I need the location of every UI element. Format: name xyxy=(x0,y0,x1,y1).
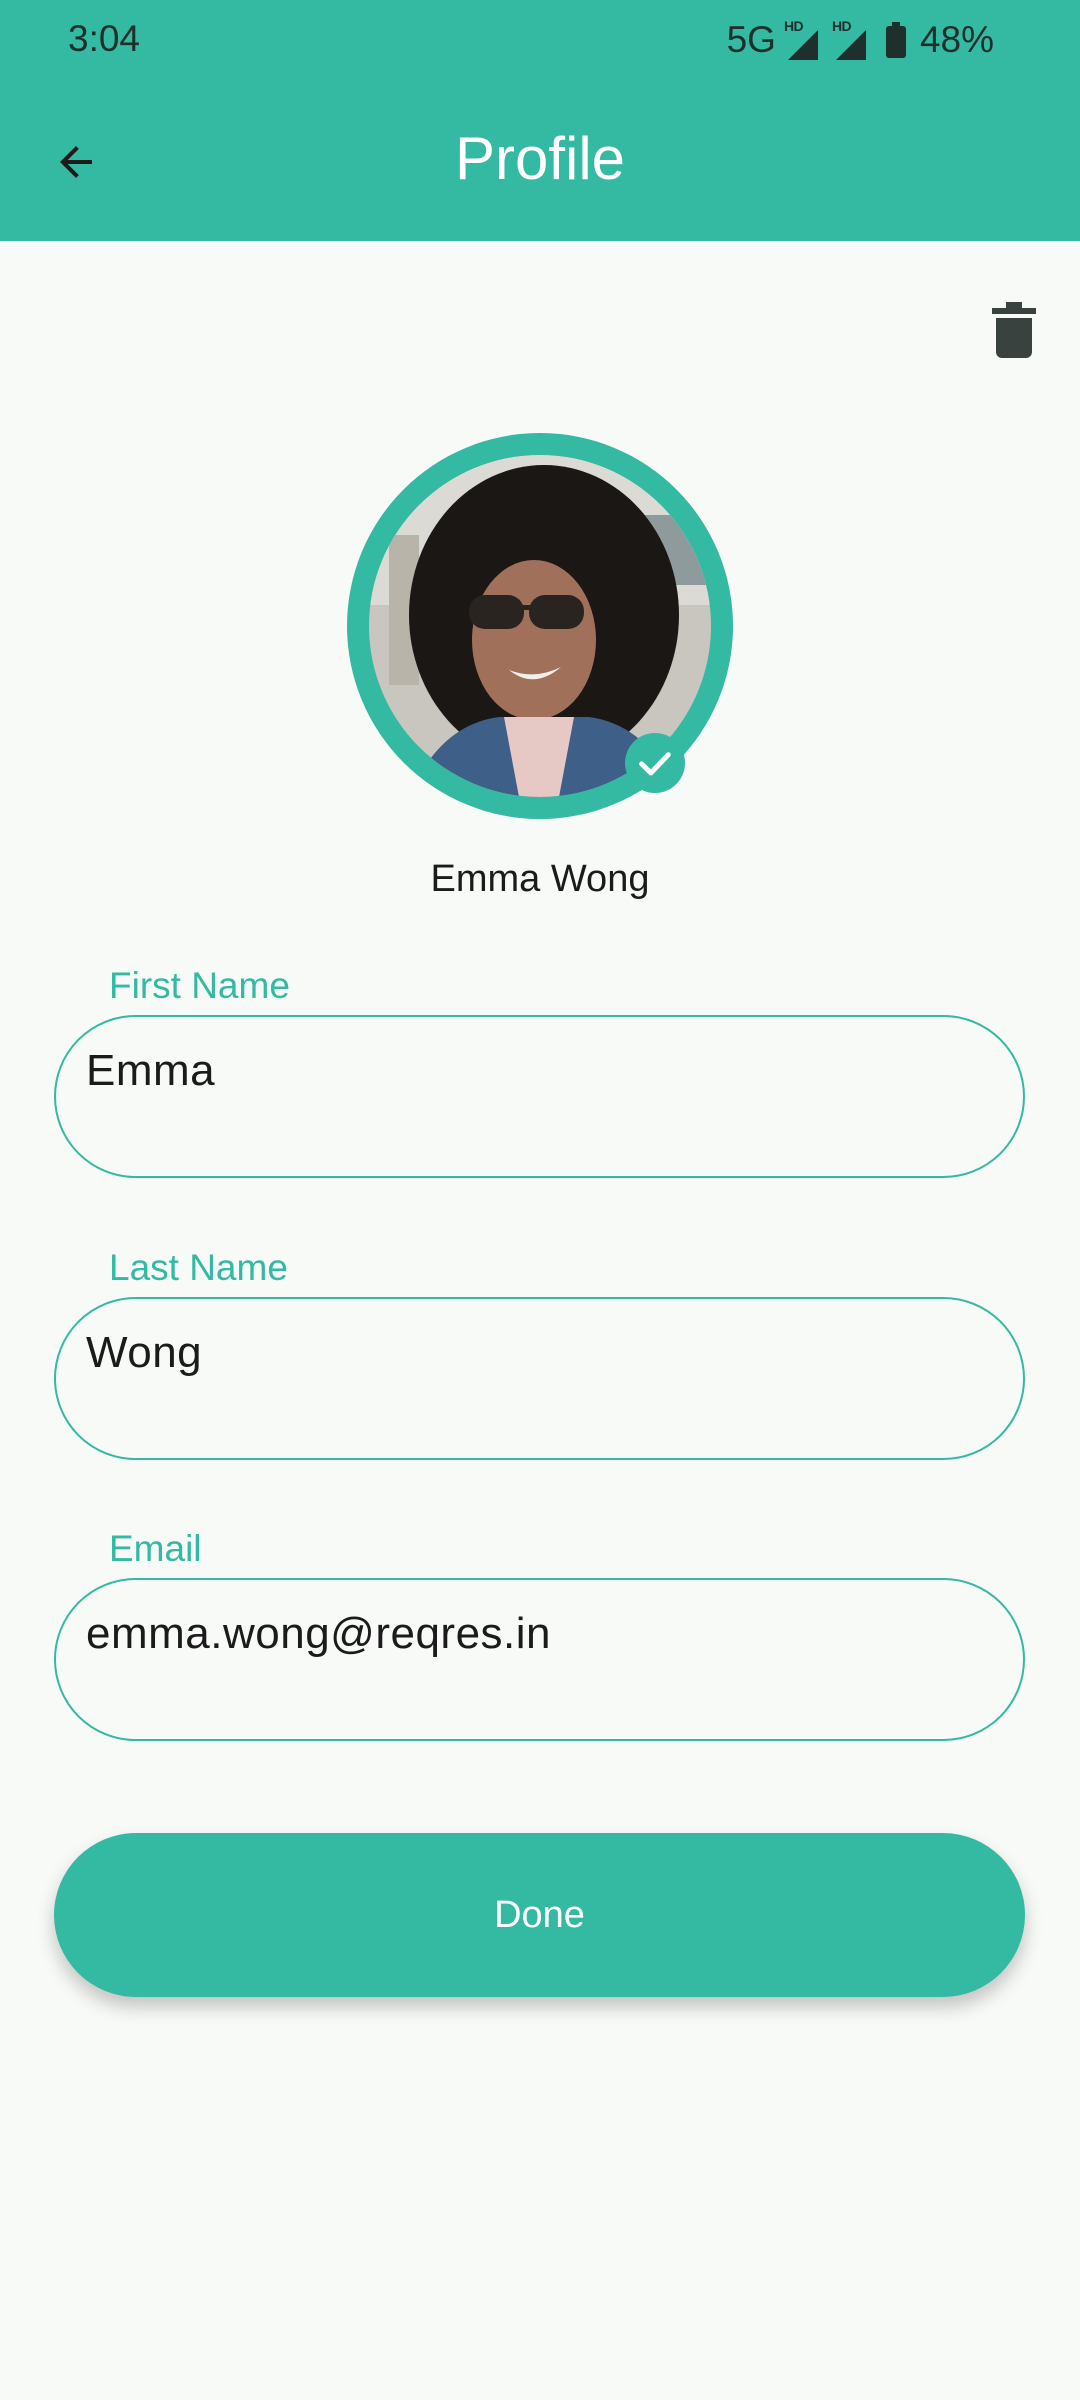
page-title: Profile xyxy=(454,125,626,192)
last-name-field[interactable] xyxy=(54,1297,1025,1460)
network-type: 5G xyxy=(726,19,776,60)
trash-icon xyxy=(992,302,1036,358)
email-field[interactable] xyxy=(54,1578,1025,1741)
signal-icon: HD xyxy=(830,18,870,62)
status-bar: 3:04 5G HD HD 48% xyxy=(0,0,1080,80)
status-time: 3:04 xyxy=(68,18,141,59)
first-name-field[interactable] xyxy=(54,1015,1025,1178)
profile-screen: 3:04 5G HD HD 48% Profile Emma Wong Firs… xyxy=(0,0,1080,2400)
delete-button[interactable] xyxy=(982,294,1046,366)
last-name-label: Last Name xyxy=(109,1247,288,1288)
signal-icon: HD xyxy=(782,18,822,62)
profile-avatar[interactable] xyxy=(347,433,733,819)
first-name-label: First Name xyxy=(109,965,290,1006)
battery-percent: 48% xyxy=(919,19,994,60)
status-icons: 5G HD HD 48% xyxy=(727,18,994,62)
email-label: Email xyxy=(109,1528,202,1569)
check-circle-icon xyxy=(625,733,685,793)
battery-icon xyxy=(885,22,906,58)
done-button[interactable]: Done xyxy=(54,1833,1025,1997)
app-bar: 3:04 5G HD HD 48% Profile xyxy=(0,0,1080,241)
display-name: Emma Wong xyxy=(430,858,650,900)
